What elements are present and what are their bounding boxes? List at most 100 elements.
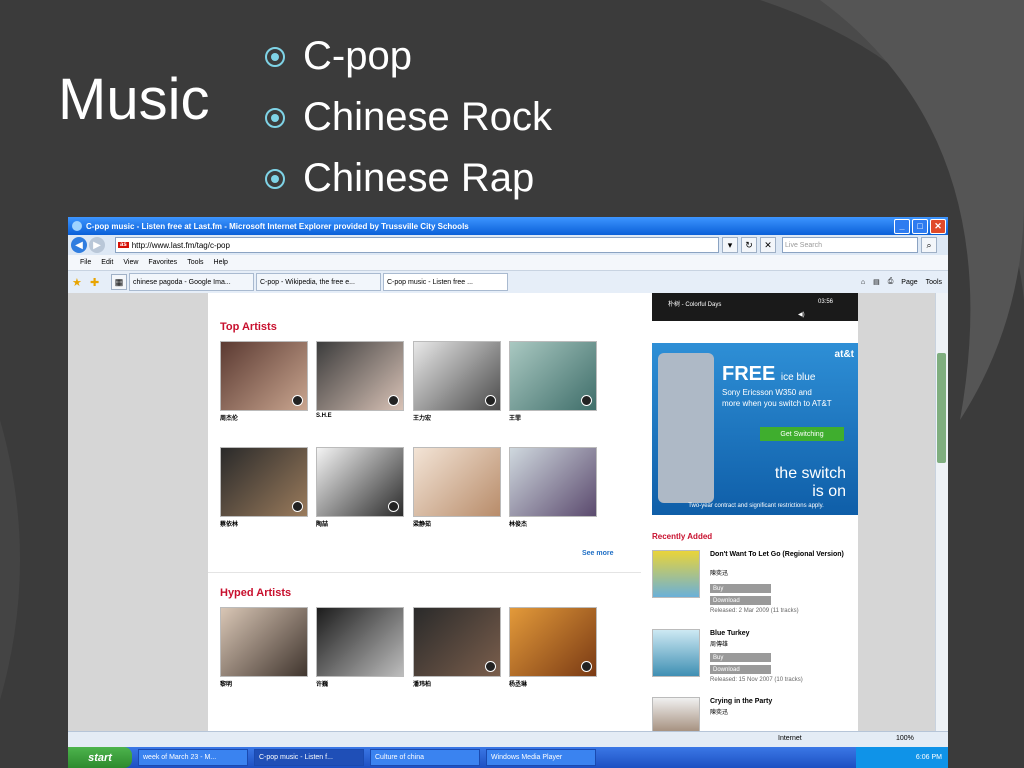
address-bar[interactable]: as http://www.last.fm/tag/c-pop bbox=[115, 237, 719, 253]
go-button[interactable]: ▾ bbox=[722, 237, 738, 253]
play-icon[interactable] bbox=[581, 661, 592, 672]
artist-card[interactable]: 潘玮柏 bbox=[413, 607, 501, 688]
album-item[interactable]: Crying in the Party 陳奕迅 bbox=[652, 697, 858, 745]
menu-view[interactable]: View bbox=[123, 259, 138, 266]
tab-wikipedia[interactable]: C-pop - Wikipedia, the free e... bbox=[256, 273, 381, 291]
menu-favorites[interactable]: Favorites bbox=[148, 259, 177, 266]
download-button[interactable]: Download bbox=[710, 596, 771, 605]
artist-name[interactable]: 蔡依林 bbox=[220, 519, 308, 528]
scrollbar-thumb[interactable] bbox=[937, 353, 946, 463]
favorites-star-icon[interactable]: ★ bbox=[72, 275, 86, 289]
clock[interactable]: 6:06 PM bbox=[916, 754, 942, 761]
artist-card[interactable]: 王菲 bbox=[509, 341, 597, 422]
add-favorite-icon[interactable]: ✚ bbox=[90, 275, 104, 289]
play-icon[interactable] bbox=[485, 661, 496, 672]
artist-name[interactable]: 王力宏 bbox=[413, 413, 501, 422]
maximize-button[interactable]: □ bbox=[912, 218, 928, 234]
get-switching-button[interactable]: Get Switching bbox=[760, 427, 844, 441]
artist-card[interactable]: 梁静茹 bbox=[413, 447, 501, 528]
artist-name[interactable]: 梁静茹 bbox=[413, 519, 501, 528]
bullet-item: Chinese Rap bbox=[265, 148, 552, 209]
album-title[interactable]: Crying in the Party bbox=[710, 697, 850, 706]
artist-name[interactable]: 陶喆 bbox=[316, 519, 404, 528]
artist-photo bbox=[316, 447, 404, 517]
artist-card[interactable]: 周杰伦 bbox=[220, 341, 308, 422]
menu-tools[interactable]: Tools bbox=[187, 259, 203, 266]
album-title[interactable]: Don't Want To Let Go (Regional Version) bbox=[710, 550, 850, 559]
quick-tabs-icon[interactable]: ▦ bbox=[111, 274, 127, 290]
artist-name[interactable]: 周杰伦 bbox=[220, 413, 308, 422]
artist-card[interactable]: S.H.E bbox=[316, 341, 404, 419]
window-title: C-pop music - Listen free at Last.fm - M… bbox=[86, 221, 469, 231]
ad-line: Sony Ericsson W350 and bbox=[722, 388, 812, 397]
play-icon[interactable] bbox=[292, 501, 303, 512]
print-icon[interactable]: ⎙ bbox=[888, 278, 894, 286]
home-icon[interactable]: ⌂ bbox=[861, 279, 865, 286]
artist-name[interactable]: 杨丞琳 bbox=[509, 679, 597, 688]
volume-icon[interactable]: ◀) bbox=[798, 311, 805, 318]
page-menu[interactable]: Page bbox=[901, 279, 917, 286]
stop-icon[interactable]: ✕ bbox=[760, 237, 776, 253]
artist-card[interactable]: 黎明 bbox=[220, 607, 308, 688]
close-button[interactable]: ✕ bbox=[930, 218, 946, 234]
artist-card[interactable]: 林俊杰 bbox=[509, 447, 597, 528]
album-cover[interactable] bbox=[652, 550, 700, 598]
artist-name[interactable]: 许巍 bbox=[316, 679, 404, 688]
album-item[interactable]: Don't Want To Let Go (Regional Version) … bbox=[652, 550, 858, 622]
taskbar-item[interactable]: C-pop music - Listen f... bbox=[254, 749, 364, 766]
tools-menu[interactable]: Tools bbox=[926, 279, 942, 286]
artist-card[interactable]: 陶喆 bbox=[316, 447, 404, 528]
artist-photo bbox=[220, 447, 308, 517]
taskbar-item[interactable]: Windows Media Player bbox=[486, 749, 596, 766]
player-track: 朴树 - Colorful Days bbox=[668, 302, 722, 308]
search-icon[interactable]: ⌕ bbox=[921, 237, 937, 253]
album-artist[interactable]: 陳奕迅 bbox=[710, 707, 728, 716]
lastfm-page: Top Artists 周杰伦 S.H.E 王力宏 王菲 蔡依林 陶喆 梁静茹 … bbox=[208, 293, 858, 745]
lastfm-favicon-icon: as bbox=[118, 242, 129, 248]
menu-edit[interactable]: Edit bbox=[101, 259, 113, 266]
play-icon[interactable] bbox=[485, 395, 496, 406]
play-icon[interactable] bbox=[292, 395, 303, 406]
tab-label: chinese pagoda - Google Ima... bbox=[133, 278, 231, 286]
search-input[interactable]: Live Search bbox=[782, 237, 918, 253]
artist-name[interactable]: S.H.E bbox=[316, 413, 404, 419]
vertical-scrollbar[interactable] bbox=[935, 293, 948, 731]
album-artist[interactable]: 周傳雄 bbox=[710, 639, 728, 648]
refresh-icon[interactable]: ↻ bbox=[741, 237, 757, 253]
album-artist[interactable]: 陳奕迅 bbox=[710, 568, 728, 577]
download-button[interactable]: Download bbox=[710, 665, 771, 674]
play-icon[interactable] bbox=[388, 501, 399, 512]
artist-photo bbox=[509, 607, 597, 677]
artist-name[interactable]: 潘玮柏 bbox=[413, 679, 501, 688]
bullet-item: Chinese Rock bbox=[265, 87, 552, 148]
start-button[interactable]: start bbox=[68, 747, 132, 768]
bullet-icon bbox=[265, 107, 285, 128]
album-item[interactable]: Blue Turkey 周傳雄 Buy Download Released: 1… bbox=[652, 629, 858, 693]
back-button[interactable]: ◀ bbox=[71, 237, 87, 253]
taskbar-item[interactable]: week of March 23 - M... bbox=[138, 749, 248, 766]
menu-file[interactable]: File bbox=[80, 259, 91, 266]
album-cover[interactable] bbox=[652, 629, 700, 677]
minimize-button[interactable]: _ bbox=[894, 218, 910, 234]
artist-name[interactable]: 王菲 bbox=[509, 413, 597, 422]
album-title[interactable]: Blue Turkey bbox=[710, 629, 850, 638]
artist-card[interactable]: 蔡依林 bbox=[220, 447, 308, 528]
zoom-level[interactable]: 100% bbox=[896, 735, 914, 742]
tab-lastfm[interactable]: C-pop music - Listen free ... bbox=[383, 273, 508, 291]
att-advertisement[interactable]: at&t FREE ice blue Sony Ericsson W350 an… bbox=[652, 343, 858, 515]
forward-button[interactable]: ▶ bbox=[89, 237, 105, 253]
see-more-link[interactable]: See more bbox=[582, 550, 614, 557]
play-icon[interactable] bbox=[388, 395, 399, 406]
menu-help[interactable]: Help bbox=[214, 259, 228, 266]
buy-button[interactable]: Buy bbox=[710, 653, 771, 662]
artist-card[interactable]: 许巍 bbox=[316, 607, 404, 688]
tab-google-images[interactable]: chinese pagoda - Google Ima... bbox=[129, 273, 254, 291]
feeds-icon[interactable]: ▤ bbox=[873, 278, 880, 286]
artist-name[interactable]: 黎明 bbox=[220, 679, 308, 688]
taskbar-item[interactable]: Culture of china bbox=[370, 749, 480, 766]
artist-card[interactable]: 杨丞琳 bbox=[509, 607, 597, 688]
artist-name[interactable]: 林俊杰 bbox=[509, 519, 597, 528]
artist-card[interactable]: 王力宏 bbox=[413, 341, 501, 422]
buy-button[interactable]: Buy bbox=[710, 584, 771, 593]
play-icon[interactable] bbox=[581, 395, 592, 406]
